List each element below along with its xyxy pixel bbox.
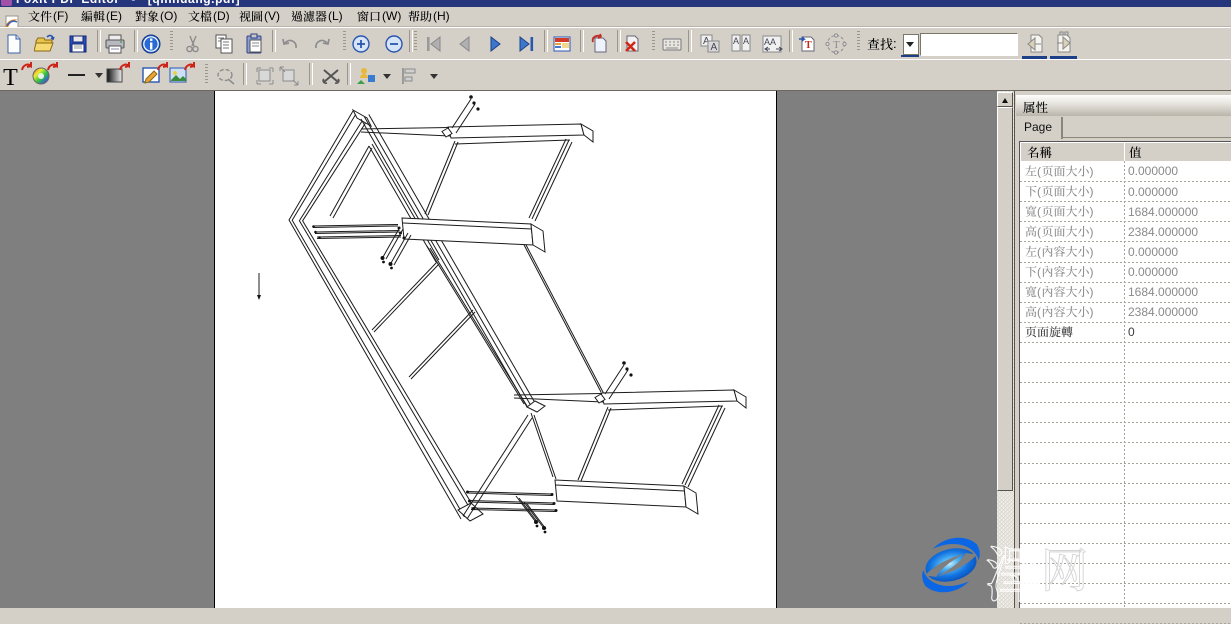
svg-text:A: A [743, 36, 749, 46]
svg-text:A: A [711, 42, 718, 53]
svg-text:AA: AA [764, 37, 776, 47]
svg-text:T: T [805, 40, 812, 51]
svg-text:T: T [3, 65, 18, 88]
svg-text:A: A [733, 36, 739, 46]
svg-text:T: T [833, 39, 840, 51]
